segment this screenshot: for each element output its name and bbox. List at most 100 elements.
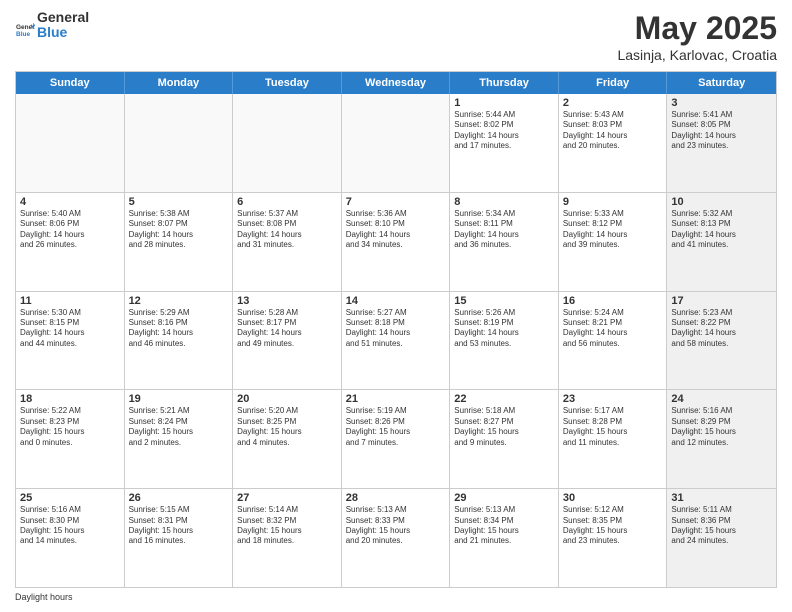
footer: Daylight hours [15,592,777,602]
calendar: SundayMondayTuesdayWednesdayThursdayFrid… [15,71,777,588]
calendar-cell: 7Sunrise: 5:36 AM Sunset: 8:10 PM Daylig… [342,193,451,291]
logo-general: General [37,9,89,25]
day-number: 9 [563,196,663,208]
day-number: 6 [237,196,337,208]
cell-text: Sunrise: 5:29 AM Sunset: 8:16 PM Dayligh… [129,308,229,350]
cell-text: Sunrise: 5:34 AM Sunset: 8:11 PM Dayligh… [454,209,554,251]
page-subtitle: Lasinja, Karlovac, Croatia [617,47,777,63]
day-number: 5 [129,196,229,208]
day-number: 18 [20,393,120,405]
calendar-cell: 28Sunrise: 5:13 AM Sunset: 8:33 PM Dayli… [342,489,451,587]
calendar-cell: 9Sunrise: 5:33 AM Sunset: 8:12 PM Daylig… [559,193,668,291]
cell-text: Sunrise: 5:14 AM Sunset: 8:32 PM Dayligh… [237,505,337,547]
cell-text: Sunrise: 5:21 AM Sunset: 8:24 PM Dayligh… [129,406,229,448]
calendar-row-3: 11Sunrise: 5:30 AM Sunset: 8:15 PM Dayli… [16,292,776,391]
calendar-cell: 15Sunrise: 5:26 AM Sunset: 8:19 PM Dayli… [450,292,559,390]
day-number: 29 [454,492,554,504]
day-number: 26 [129,492,229,504]
calendar-cell: 8Sunrise: 5:34 AM Sunset: 8:11 PM Daylig… [450,193,559,291]
day-number: 30 [563,492,663,504]
day-number: 15 [454,295,554,307]
calendar-cell: 22Sunrise: 5:18 AM Sunset: 8:27 PM Dayli… [450,390,559,488]
svg-text:Blue: Blue [16,31,30,38]
day-number: 21 [346,393,446,405]
calendar-cell: 27Sunrise: 5:14 AM Sunset: 8:32 PM Dayli… [233,489,342,587]
day-number: 2 [563,97,663,109]
calendar-cell: 25Sunrise: 5:16 AM Sunset: 8:30 PM Dayli… [16,489,125,587]
day-number: 20 [237,393,337,405]
calendar-cell: 21Sunrise: 5:19 AM Sunset: 8:26 PM Dayli… [342,390,451,488]
cell-text: Sunrise: 5:36 AM Sunset: 8:10 PM Dayligh… [346,209,446,251]
calendar-cell: 1Sunrise: 5:44 AM Sunset: 8:02 PM Daylig… [450,94,559,192]
calendar-cell: 11Sunrise: 5:30 AM Sunset: 8:15 PM Dayli… [16,292,125,390]
day-number: 25 [20,492,120,504]
day-number: 17 [671,295,772,307]
calendar-cell: 14Sunrise: 5:27 AM Sunset: 8:18 PM Dayli… [342,292,451,390]
cell-text: Sunrise: 5:26 AM Sunset: 8:19 PM Dayligh… [454,308,554,350]
day-number: 28 [346,492,446,504]
cell-text: Sunrise: 5:43 AM Sunset: 8:03 PM Dayligh… [563,110,663,152]
cell-text: Sunrise: 5:12 AM Sunset: 8:35 PM Dayligh… [563,505,663,547]
calendar-cell: 16Sunrise: 5:24 AM Sunset: 8:21 PM Dayli… [559,292,668,390]
title-block: May 2025 Lasinja, Karlovac, Croatia [617,10,777,63]
day-number: 31 [671,492,772,504]
calendar-cell: 6Sunrise: 5:37 AM Sunset: 8:08 PM Daylig… [233,193,342,291]
page: General Blue General Blue May 2025 Lasin… [0,0,792,612]
calendar-cell: 13Sunrise: 5:28 AM Sunset: 8:17 PM Dayli… [233,292,342,390]
calendar-cell: 12Sunrise: 5:29 AM Sunset: 8:16 PM Dayli… [125,292,234,390]
cell-text: Sunrise: 5:13 AM Sunset: 8:33 PM Dayligh… [346,505,446,547]
cell-text: Sunrise: 5:44 AM Sunset: 8:02 PM Dayligh… [454,110,554,152]
calendar-cell [125,94,234,192]
day-name-saturday: Saturday [667,72,776,94]
logo: General Blue General Blue [15,10,89,48]
cell-text: Sunrise: 5:23 AM Sunset: 8:22 PM Dayligh… [671,308,772,350]
cell-text: Sunrise: 5:13 AM Sunset: 8:34 PM Dayligh… [454,505,554,547]
page-title: May 2025 [617,10,777,47]
cell-text: Sunrise: 5:22 AM Sunset: 8:23 PM Dayligh… [20,406,120,448]
day-number: 27 [237,492,337,504]
day-number: 14 [346,295,446,307]
calendar-body: 1Sunrise: 5:44 AM Sunset: 8:02 PM Daylig… [16,94,776,587]
calendar-header: SundayMondayTuesdayWednesdayThursdayFrid… [16,72,776,94]
calendar-cell: 23Sunrise: 5:17 AM Sunset: 8:28 PM Dayli… [559,390,668,488]
day-number: 1 [454,97,554,109]
calendar-cell [16,94,125,192]
cell-text: Sunrise: 5:20 AM Sunset: 8:25 PM Dayligh… [237,406,337,448]
cell-text: Sunrise: 5:38 AM Sunset: 8:07 PM Dayligh… [129,209,229,251]
cell-text: Sunrise: 5:32 AM Sunset: 8:13 PM Dayligh… [671,209,772,251]
calendar-cell: 20Sunrise: 5:20 AM Sunset: 8:25 PM Dayli… [233,390,342,488]
cell-text: Sunrise: 5:19 AM Sunset: 8:26 PM Dayligh… [346,406,446,448]
calendar-row-1: 1Sunrise: 5:44 AM Sunset: 8:02 PM Daylig… [16,94,776,193]
logo-icon: General Blue [15,12,35,48]
calendar-cell: 19Sunrise: 5:21 AM Sunset: 8:24 PM Dayli… [125,390,234,488]
day-number: 13 [237,295,337,307]
cell-text: Sunrise: 5:16 AM Sunset: 8:30 PM Dayligh… [20,505,120,547]
logo-blue: Blue [37,24,67,40]
day-number: 4 [20,196,120,208]
calendar-cell: 24Sunrise: 5:16 AM Sunset: 8:29 PM Dayli… [667,390,776,488]
cell-text: Sunrise: 5:40 AM Sunset: 8:06 PM Dayligh… [20,209,120,251]
calendar-cell [233,94,342,192]
cell-text: Sunrise: 5:18 AM Sunset: 8:27 PM Dayligh… [454,406,554,448]
calendar-row-4: 18Sunrise: 5:22 AM Sunset: 8:23 PM Dayli… [16,390,776,489]
cell-text: Sunrise: 5:24 AM Sunset: 8:21 PM Dayligh… [563,308,663,350]
day-name-thursday: Thursday [450,72,559,94]
cell-text: Sunrise: 5:11 AM Sunset: 8:36 PM Dayligh… [671,505,772,547]
cell-text: Sunrise: 5:16 AM Sunset: 8:29 PM Dayligh… [671,406,772,448]
calendar-cell: 29Sunrise: 5:13 AM Sunset: 8:34 PM Dayli… [450,489,559,587]
day-number: 10 [671,196,772,208]
cell-text: Sunrise: 5:17 AM Sunset: 8:28 PM Dayligh… [563,406,663,448]
day-name-sunday: Sunday [16,72,125,94]
cell-text: Sunrise: 5:33 AM Sunset: 8:12 PM Dayligh… [563,209,663,251]
calendar-cell: 10Sunrise: 5:32 AM Sunset: 8:13 PM Dayli… [667,193,776,291]
cell-text: Sunrise: 5:30 AM Sunset: 8:15 PM Dayligh… [20,308,120,350]
calendar-cell: 26Sunrise: 5:15 AM Sunset: 8:31 PM Dayli… [125,489,234,587]
day-name-monday: Monday [125,72,234,94]
calendar-cell: 18Sunrise: 5:22 AM Sunset: 8:23 PM Dayli… [16,390,125,488]
calendar-cell: 17Sunrise: 5:23 AM Sunset: 8:22 PM Dayli… [667,292,776,390]
logo-text-block: General Blue [37,10,89,41]
day-number: 24 [671,393,772,405]
day-number: 11 [20,295,120,307]
daylight-label: Daylight hours [15,592,73,602]
day-number: 19 [129,393,229,405]
